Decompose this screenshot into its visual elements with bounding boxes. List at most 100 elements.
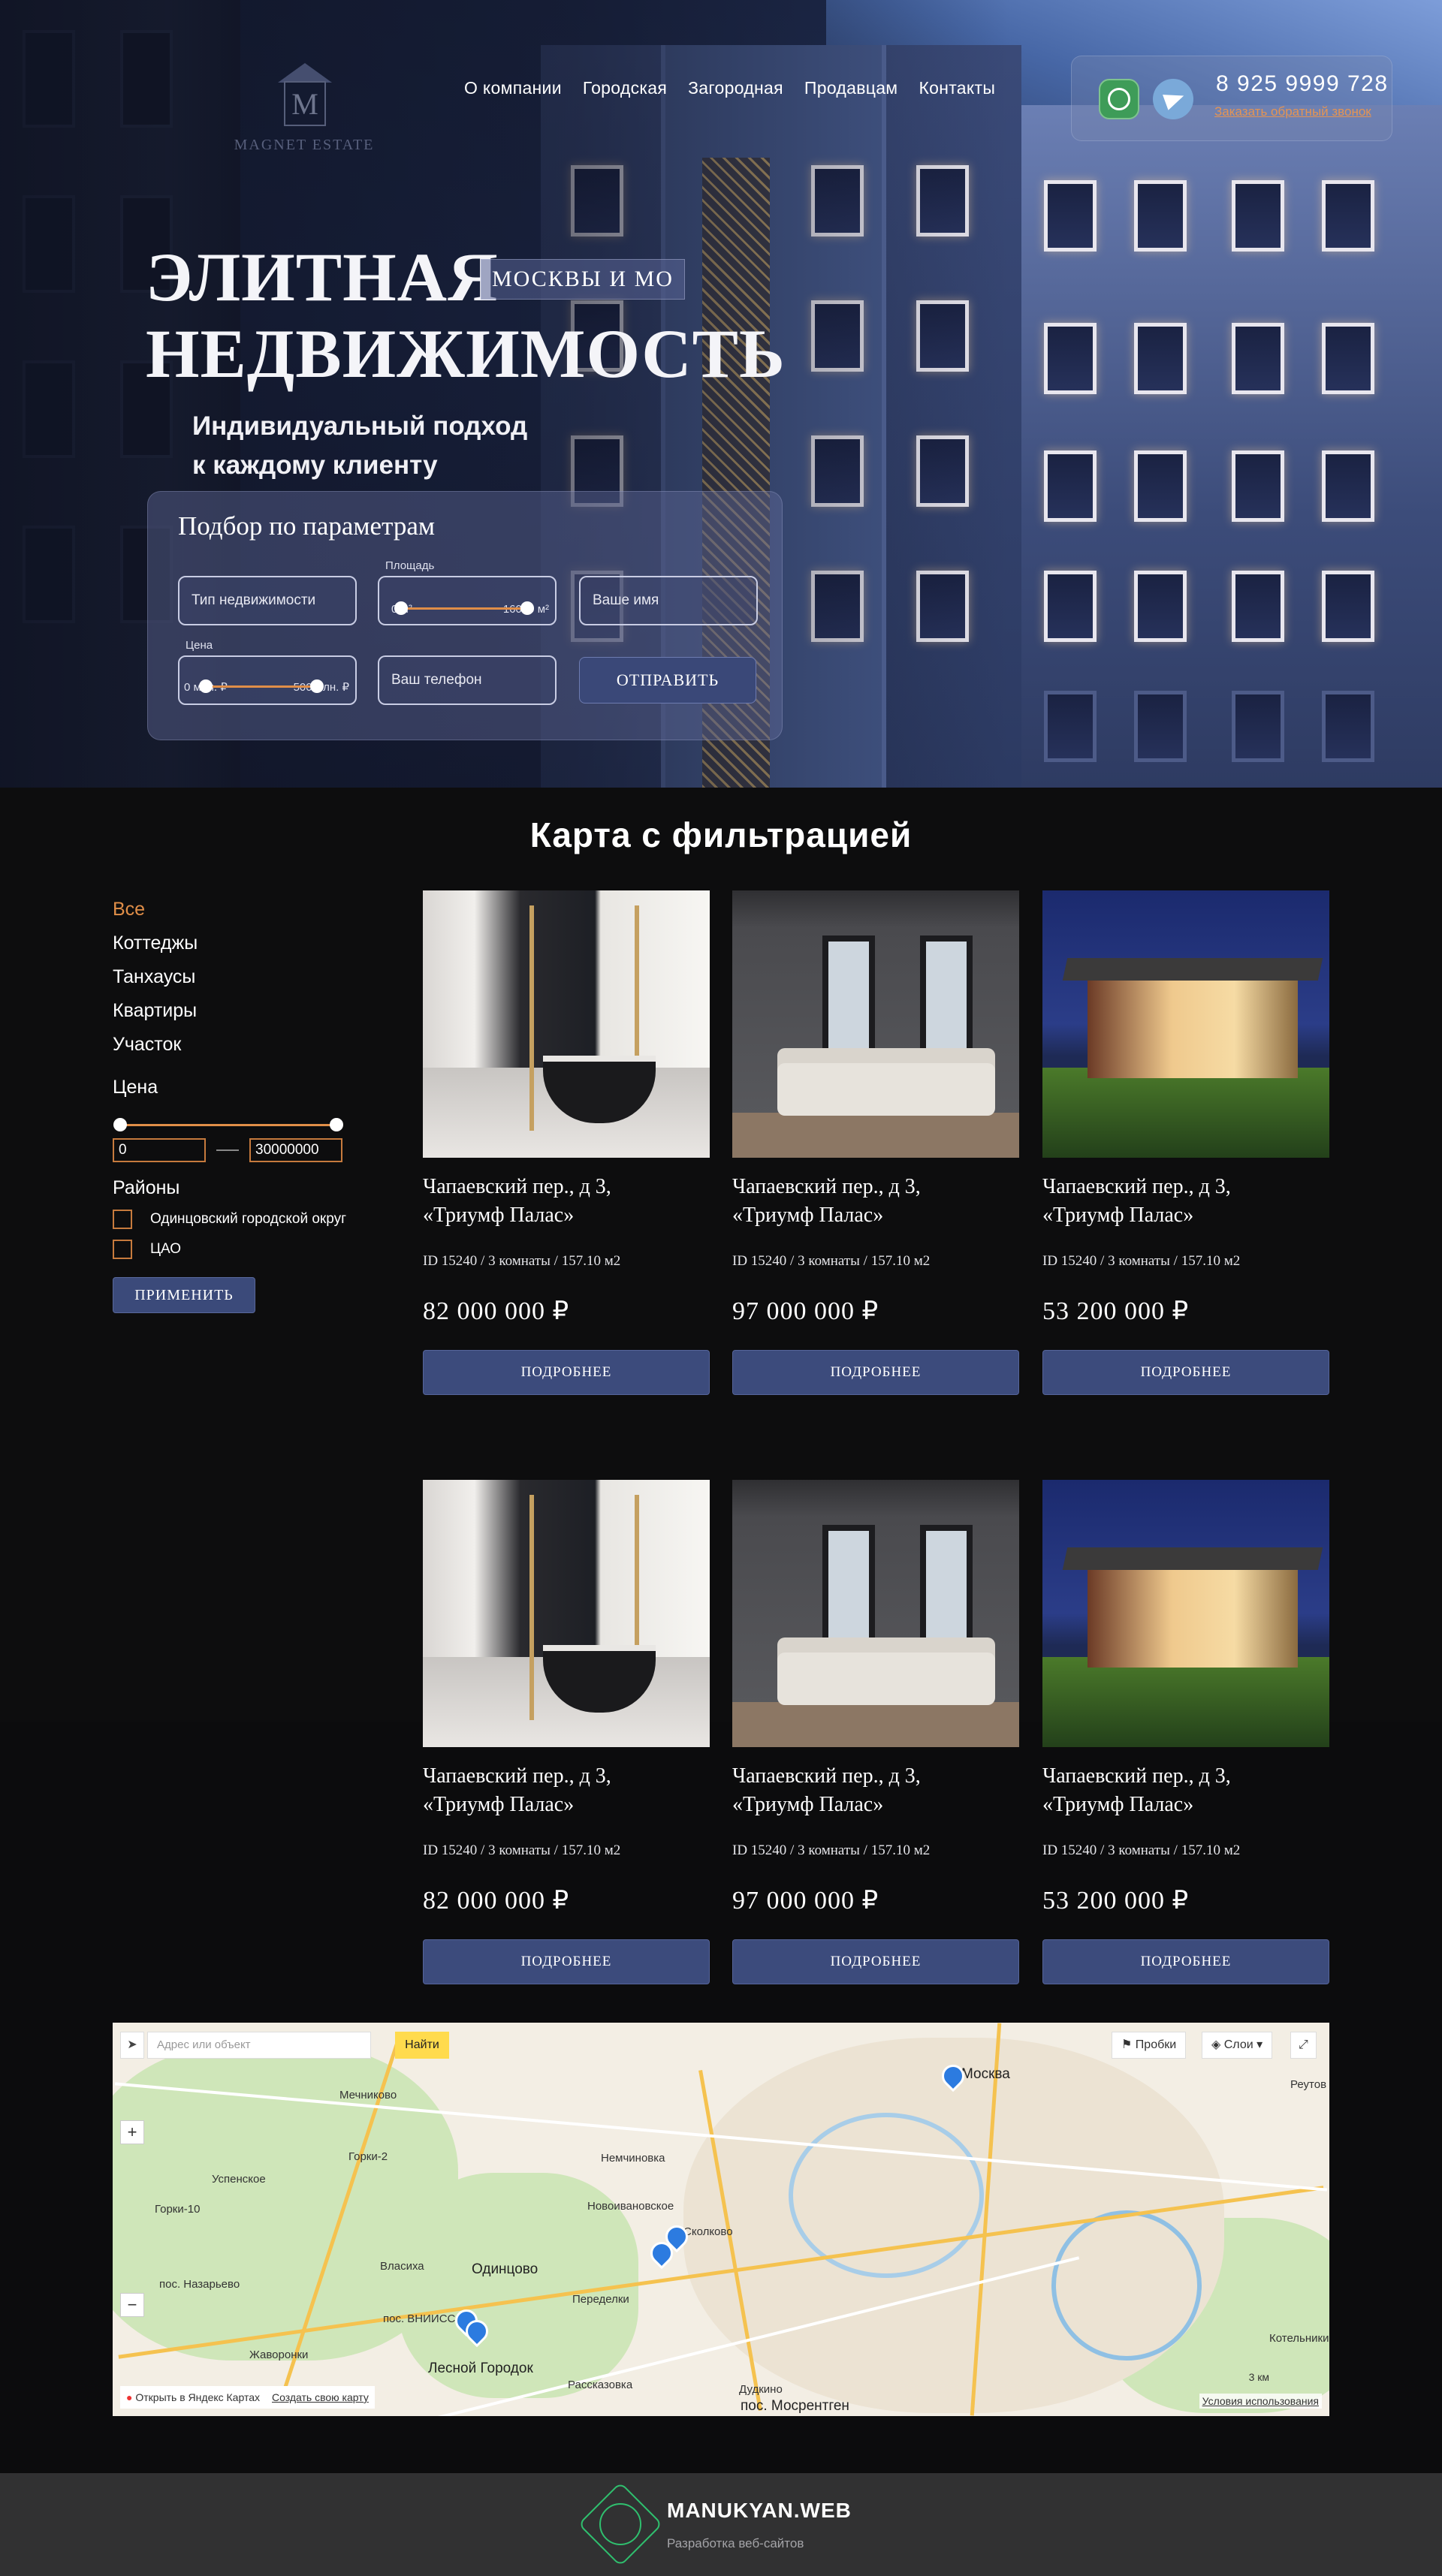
category-apartments[interactable]: Квартиры (113, 994, 368, 1028)
property-price: 53 200 000 ₽ (1042, 1887, 1190, 1915)
open-in-yandex-link[interactable]: ● Открыть в Яндекс Картах (126, 2386, 260, 2409)
category-land[interactable]: Участок (113, 1028, 368, 1062)
map-find-button[interactable]: Найти (395, 2032, 449, 2059)
price-from-input[interactable]: 0 (113, 1138, 206, 1162)
locate-icon[interactable]: ➤ (120, 2032, 144, 2059)
property-photo[interactable] (732, 1480, 1019, 1747)
details-button[interactable]: ПОДРОБНЕЕ (423, 1939, 710, 1984)
callback-link[interactable]: Заказать обратный звонок (1214, 104, 1371, 119)
districts-label: Районы (113, 1177, 180, 1198)
nav-about[interactable]: О компании (464, 78, 562, 98)
zoom-in-button[interactable]: + (120, 2120, 144, 2144)
hero-subtitle: Индивидуальный подход к каждому клиенту (192, 411, 528, 480)
hero-tag: МОСКВЫ И МО (481, 259, 685, 300)
map-search-input[interactable]: Адрес или объект (147, 2032, 371, 2059)
property-title: Чапаевский пер., д 3, «Триумф Палас» (732, 1764, 921, 1816)
create-map-link[interactable]: Создать свою карту (272, 2386, 369, 2409)
property-meta: ID 15240 / 3 комнаты / 157.10 м2 (1042, 1253, 1241, 1269)
property-photo[interactable] (423, 890, 710, 1158)
price-range-max-handle[interactable] (330, 1118, 343, 1131)
property-price: 82 000 000 ₽ (423, 1297, 570, 1325)
price-min-handle[interactable] (199, 679, 213, 693)
nav-city[interactable]: Городская (583, 78, 667, 98)
nav-sellers[interactable]: Продавцам (804, 78, 898, 98)
telegram-icon[interactable] (1153, 79, 1193, 119)
property-card[interactable]: Чапаевский пер., д 3, «Триумф Палас» ID 1… (732, 1480, 1019, 2005)
property-photo[interactable] (423, 1480, 710, 1747)
price-slider[interactable]: 0 млн. ₽ 500 млн. ₽ (178, 655, 357, 705)
name-input[interactable]: Ваше имя (579, 576, 758, 625)
price-label: Цена (186, 639, 213, 652)
category-cottages[interactable]: Коттеджы (113, 926, 368, 960)
map-scale: 3 км (1248, 2371, 1269, 2383)
property-price: 97 000 000 ₽ (732, 1297, 879, 1325)
footer: MANUKYAN.WEB Разработка веб-сайтов (0, 2473, 1442, 2576)
developer-brand[interactable]: MANUKYAN.WEB (667, 2499, 852, 2523)
property-meta: ID 15240 / 3 комнаты / 157.10 м2 (423, 1253, 621, 1269)
property-photo[interactable] (732, 890, 1019, 1158)
details-button[interactable]: ПОДРОБНЕЕ (423, 1350, 710, 1395)
price-max-handle[interactable] (310, 679, 324, 693)
phone-number[interactable]: 8 925 9999 728 (1216, 71, 1389, 97)
property-card[interactable]: Чапаевский пер., д 3, «Триумф Палас» ID 1… (1042, 890, 1329, 1416)
site-logo[interactable]: M MAGNET ESTATE (233, 53, 376, 158)
price-filter-label: Цена (113, 1077, 158, 1098)
property-title: Чапаевский пер., д 3, «Триумф Палас» (732, 1175, 921, 1227)
layers-button[interactable]: ◈ Слои ▾ (1202, 2032, 1273, 2059)
property-price: 53 200 000 ₽ (1042, 1297, 1190, 1325)
property-card[interactable]: Чапаевский пер., д 3, «Триумф Палас» ID 1… (423, 890, 710, 1416)
pin-icon: ● (126, 2391, 133, 2403)
area-max-handle[interactable] (520, 601, 534, 615)
hero-title: ЭЛИТНАЯ НЕДВИЖИМОСТЬ (146, 239, 786, 392)
price-range-min-handle[interactable] (113, 1118, 127, 1131)
filter-title: Подбор по параметрам (178, 511, 436, 541)
area-label: Площадь (385, 559, 435, 572)
details-button[interactable]: ПОДРОБНЕЕ (1042, 1939, 1329, 1984)
property-meta: ID 15240 / 3 комнаты / 157.10 м2 (1042, 1842, 1241, 1858)
details-button[interactable]: ПОДРОБНЕЕ (732, 1939, 1019, 1984)
main-nav: О компании Городская Загородная Продавца… (464, 78, 995, 98)
property-photo[interactable] (1042, 890, 1329, 1158)
property-price: 82 000 000 ₽ (423, 1887, 570, 1915)
property-type-select[interactable]: Тип недвижимости (178, 576, 357, 625)
property-meta: ID 15240 / 3 комнаты / 157.10 м2 (423, 1842, 621, 1858)
apply-button[interactable]: ПРИМЕНИТЬ (113, 1277, 255, 1313)
nav-contacts[interactable]: Контакты (919, 78, 995, 98)
logo-text: MAGNET ESTATE (234, 137, 375, 153)
property-card[interactable]: Чапаевский пер., д 3, «Триумф Палас» ID 1… (732, 890, 1019, 1416)
terms-link[interactable]: Условия использования (1199, 2394, 1322, 2409)
whatsapp-icon[interactable] (1099, 79, 1139, 119)
property-price: 97 000 000 ₽ (732, 1887, 879, 1915)
property-card[interactable]: Чапаевский пер., д 3, «Триумф Палас» ID 1… (1042, 1480, 1329, 2005)
catalog-section: Карта с фильтрацией Все Коттеджы Танхаус… (0, 788, 1442, 1984)
submit-button[interactable]: ОТПРАВИТЬ (579, 657, 756, 704)
property-meta: ID 15240 / 3 комнаты / 157.10 м2 (732, 1842, 931, 1858)
traffic-button[interactable]: ⚑ Пробки (1112, 2032, 1187, 2059)
price-to-input[interactable]: 30000000 (249, 1138, 342, 1162)
property-card[interactable]: Чапаевский пер., д 3, «Триумф Палас» ID 1… (423, 1480, 710, 2005)
details-button[interactable]: ПОДРОБНЕЕ (1042, 1350, 1329, 1395)
yandex-map[interactable]: Москва Одинцово Немчиновка Новоивановско… (113, 2023, 1329, 2416)
details-button[interactable]: ПОДРОБНЕЕ (732, 1350, 1019, 1395)
category-townhouses[interactable]: Танхаусы (113, 960, 368, 994)
contact-box: 8 925 9999 728 Заказать обратный звонок (1071, 56, 1392, 141)
filter-form: Подбор по параметрам Тип недвижимости Пл… (147, 491, 783, 740)
filter-sidebar: Все Коттеджы Танхаусы Квартиры Участок Ц… (113, 893, 368, 1313)
district-checkbox-cao[interactable]: ЦАО (113, 1240, 368, 1259)
property-title: Чапаевский пер., д 3, «Триумф Палас» (1042, 1175, 1231, 1227)
nav-country[interactable]: Загородная (688, 78, 783, 98)
category-all[interactable]: Все (113, 893, 368, 926)
area-slider[interactable]: 0 м² 16000 м² (378, 576, 557, 625)
fullscreen-icon[interactable]: ⤢ (1290, 2032, 1317, 2059)
property-photo[interactable] (1042, 1480, 1329, 1747)
property-title: Чапаевский пер., д 3, «Триумф Палас» (423, 1764, 611, 1816)
hero-section: M MAGNET ESTATE О компании Городская Заг… (0, 0, 1442, 788)
map-label-moscow: Москва (961, 2066, 1010, 2082)
phone-input[interactable]: Ваш телефон (378, 655, 557, 705)
property-title: Чапаевский пер., д 3, «Триумф Палас» (1042, 1764, 1231, 1816)
price-range-slider[interactable] (113, 1118, 343, 1131)
district-checkbox-odintsovo[interactable]: Одинцовский городской округ (113, 1210, 368, 1229)
zoom-out-button[interactable]: − (120, 2293, 144, 2317)
area-min-handle[interactable] (394, 601, 408, 615)
property-meta: ID 15240 / 3 комнаты / 157.10 м2 (732, 1253, 931, 1269)
